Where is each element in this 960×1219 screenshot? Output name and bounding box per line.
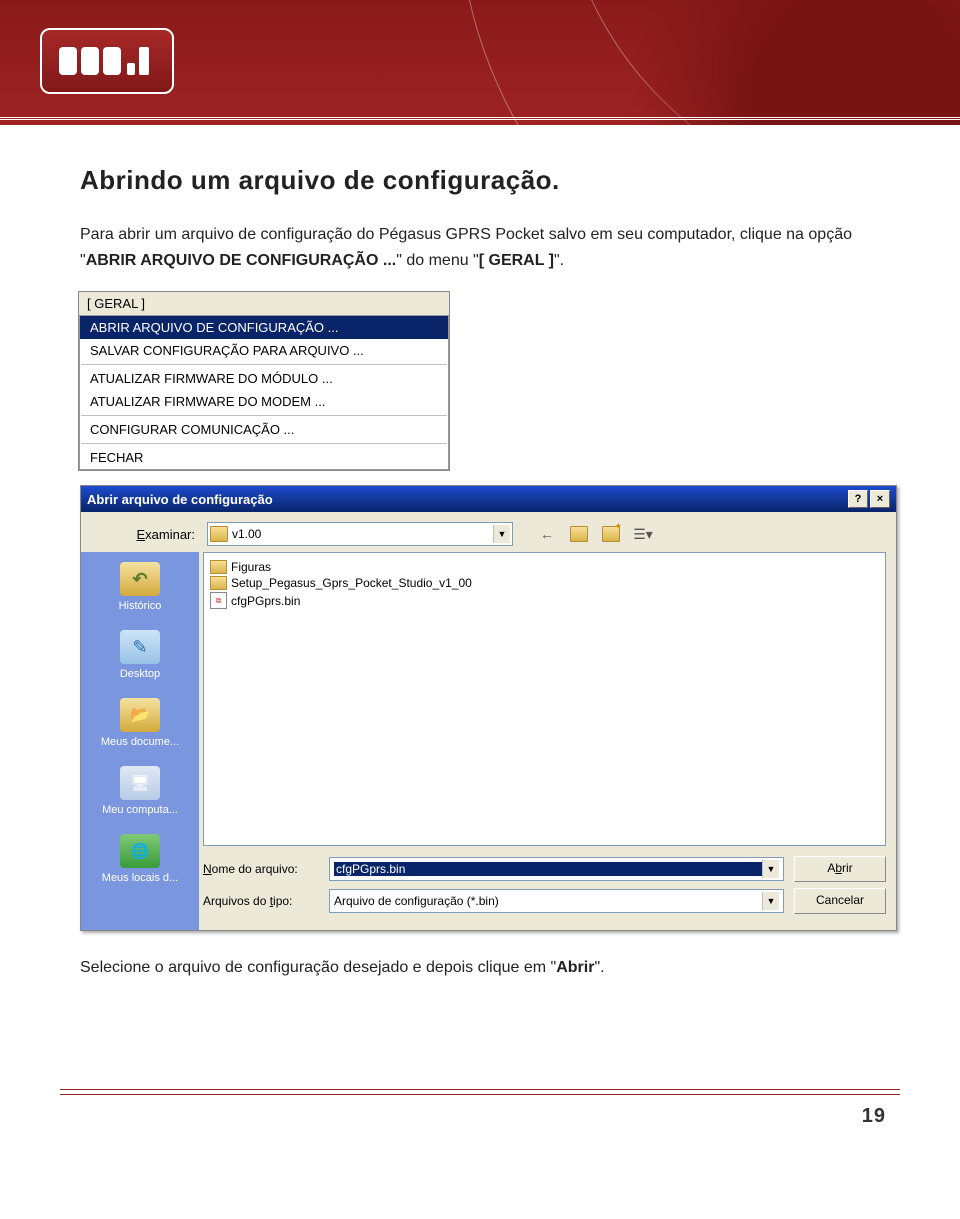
menu-item-comunicacao[interactable]: CONFIGURAR COMUNICAÇÃO ... — [80, 418, 448, 441]
menu-option-name: ABRIR ARQUIVO DE CONFIGURAÇÃO ... — [86, 252, 397, 269]
closing-bold: Abrir — [556, 959, 594, 976]
network-icon — [120, 834, 160, 868]
place-computer[interactable]: Meu computa... — [81, 756, 199, 824]
filetype-dropdown[interactable]: Arquivo de configuração (*.bin) ▼ — [329, 889, 784, 913]
examinar-label: Examinar: — [91, 527, 199, 542]
places-bar: Histórico Desktop Meus docume... Meu com… — [81, 552, 199, 930]
examinar-value: v1.00 — [232, 527, 493, 541]
examinar-dropdown[interactable]: v1.00 ▼ — [207, 522, 513, 546]
filetype-value: Arquivo de configuração (*.bin) — [334, 894, 762, 908]
dropdown-arrow-icon[interactable]: ▼ — [493, 525, 510, 543]
filename-label: Nome do arquivo: — [203, 862, 319, 876]
dialog-titlebar[interactable]: Abrir arquivo de configuração ? × — [81, 486, 896, 512]
menu-item-firmware-modem[interactable]: ATUALIZAR FIRMWARE DO MODEM ... — [80, 390, 448, 413]
menu-screenshot: [ GERAL ] ABRIR ARQUIVO DE CONFIGURAÇÃO … — [78, 291, 450, 471]
history-icon — [120, 562, 160, 596]
page-content: Abrindo um arquivo de configuração. Para… — [0, 125, 960, 1049]
desktop-icon — [120, 630, 160, 664]
close-button[interactable]: × — [870, 490, 890, 508]
file-name: Figuras — [231, 560, 271, 574]
menu-item-abrir-arquivo[interactable]: ABRIR ARQUIVO DE CONFIGURAÇÃO ... — [80, 316, 448, 339]
folder-icon — [210, 526, 228, 542]
place-network[interactable]: Meus locais d... — [81, 824, 199, 892]
menu-separator — [81, 364, 447, 365]
place-label: Meu computa... — [102, 804, 178, 816]
documents-icon — [120, 698, 160, 732]
filename-input[interactable]: cfgPGprs.bin ▼ — [329, 857, 784, 881]
page-header — [0, 0, 960, 125]
dialog-title: Abrir arquivo de configuração — [87, 492, 273, 507]
menu-dropdown: ABRIR ARQUIVO DE CONFIGURAÇÃO ... SALVAR… — [79, 315, 449, 470]
cancel-button[interactable]: Cancelar — [794, 888, 886, 914]
brand-logo — [40, 28, 174, 94]
dialog-toolbar: Examinar: v1.00 ▼ ← ✦ ☰▾ — [81, 512, 896, 552]
place-label: Desktop — [120, 668, 160, 680]
file-name: cfgPGprs.bin — [231, 594, 300, 608]
intro-text-end: ". — [554, 252, 564, 269]
section-heading: Abrindo um arquivo de configuração. — [80, 165, 890, 196]
menu-name: [ GERAL ] — [479, 252, 554, 269]
help-button[interactable]: ? — [848, 490, 868, 508]
decorative-arc — [610, 0, 960, 125]
view-menu-icon[interactable]: ☰▾ — [631, 523, 655, 545]
closing-text: Selecione o arquivo de configuração dese… — [80, 959, 556, 976]
header-underline — [0, 117, 960, 121]
place-desktop[interactable]: Desktop — [81, 620, 199, 688]
place-label: Histórico — [119, 600, 162, 612]
menu-item-fechar[interactable]: FECHAR — [80, 446, 448, 469]
filetype-label: Arquivos do tipo: — [203, 894, 319, 908]
menu-item-firmware-modulo[interactable]: ATUALIZAR FIRMWARE DO MÓDULO ... — [80, 367, 448, 390]
intro-paragraph: Para abrir um arquivo de configuração do… — [80, 222, 890, 273]
filename-value: cfgPGprs.bin — [334, 862, 762, 876]
file-name: Setup_Pegasus_Gprs_Pocket_Studio_v1_00 — [231, 576, 472, 590]
menu-separator — [81, 415, 447, 416]
closing-suffix: ". — [594, 959, 604, 976]
open-file-dialog: Abrir arquivo de configuração ? × Examin… — [80, 485, 897, 931]
intro-text-mid: " do menu " — [396, 252, 479, 269]
menu-item-salvar[interactable]: SALVAR CONFIGURAÇÃO PARA ARQUIVO ... — [80, 339, 448, 362]
back-icon[interactable]: ← — [535, 523, 559, 545]
menu-bar-item[interactable]: [ GERAL ] — [79, 292, 449, 315]
bin-file-icon — [210, 592, 227, 609]
file-item-bin[interactable]: cfgPGprs.bin — [210, 591, 879, 610]
place-history[interactable]: Histórico — [81, 552, 199, 620]
filetype-row: Arquivos do tipo: Arquivo de configuraçã… — [203, 888, 886, 914]
page-number: 19 — [0, 1095, 960, 1148]
up-folder-icon[interactable] — [567, 523, 591, 545]
open-button[interactable]: Abrir — [794, 856, 886, 882]
nav-buttons: ← ✦ ☰▾ — [535, 523, 655, 545]
place-documents[interactable]: Meus docume... — [81, 688, 199, 756]
closing-paragraph: Selecione o arquivo de configuração dese… — [80, 955, 890, 981]
folder-icon — [210, 576, 227, 590]
dropdown-arrow-icon[interactable]: ▼ — [762, 860, 779, 878]
menu-separator — [81, 443, 447, 444]
file-item-folder[interactable]: Setup_Pegasus_Gprs_Pocket_Studio_v1_00 — [210, 575, 879, 591]
file-item-folder[interactable]: Figuras — [210, 559, 879, 575]
place-label: Meus locais d... — [102, 872, 178, 884]
computer-icon — [120, 766, 160, 800]
filename-row: Nome do arquivo: cfgPGprs.bin ▼ Abrir — [203, 856, 886, 882]
folder-icon — [210, 560, 227, 574]
dropdown-arrow-icon[interactable]: ▼ — [762, 892, 779, 910]
file-list[interactable]: Figuras Setup_Pegasus_Gprs_Pocket_Studio… — [203, 552, 886, 846]
place-label: Meus docume... — [101, 736, 179, 748]
new-folder-icon[interactable]: ✦ — [599, 523, 623, 545]
